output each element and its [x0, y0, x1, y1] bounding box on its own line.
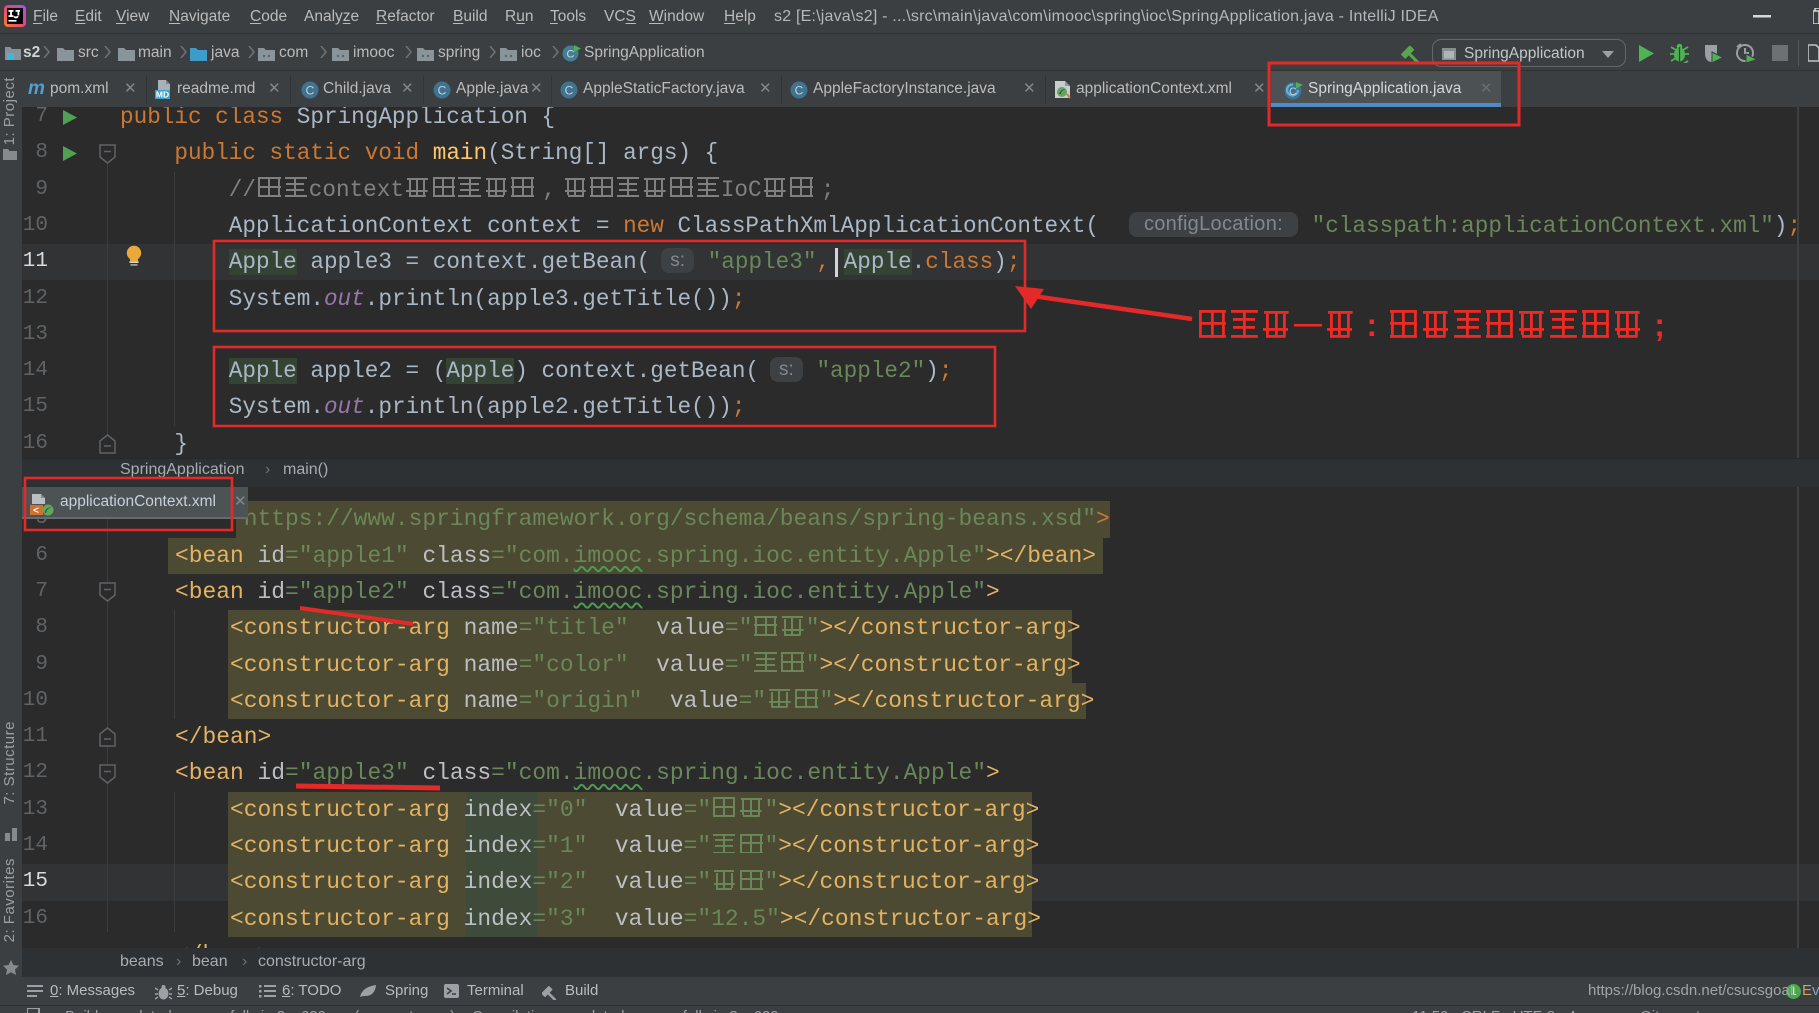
svg-text:C: C [306, 84, 315, 98]
svg-text:C: C [565, 84, 574, 98]
svg-text:MD: MD [156, 90, 169, 100]
svg-text:C: C [795, 84, 804, 98]
svg-text:C: C [438, 84, 447, 98]
svg-text:C: C [567, 49, 575, 61]
svg-text:C: C [1289, 86, 1297, 98]
svg-text:<: < [33, 506, 39, 517]
